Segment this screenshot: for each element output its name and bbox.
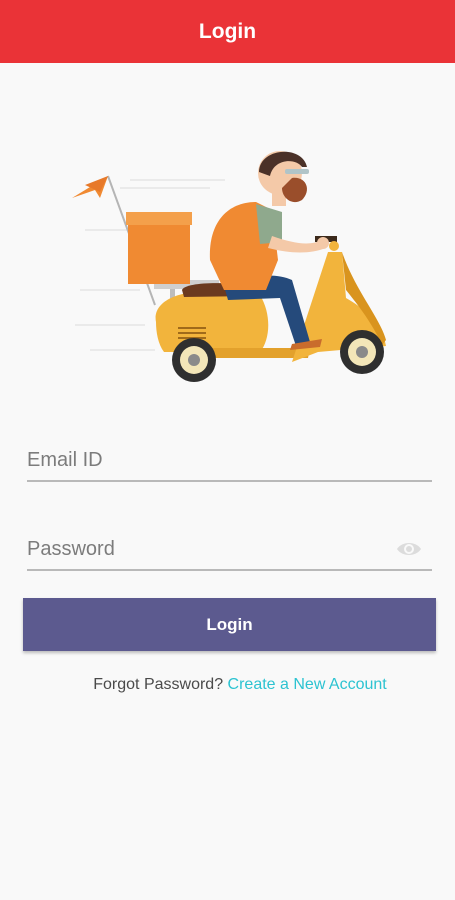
password-field[interactable] (27, 529, 432, 571)
eye-icon[interactable] (396, 539, 422, 559)
app-bar: Login (0, 0, 455, 63)
page-title: Login (198, 19, 257, 43)
delivery-scooter-illustration (72, 151, 386, 382)
create-account-link[interactable]: Create a New Account (228, 676, 387, 693)
email-field[interactable] (27, 440, 432, 482)
email-input[interactable] (27, 448, 432, 472)
account-links: Forgot Password? Create a New Account (0, 676, 455, 694)
password-input[interactable] (27, 537, 432, 561)
login-button[interactable]: Login (23, 598, 436, 651)
forgot-password-link[interactable]: Forgot Password? (93, 676, 223, 693)
